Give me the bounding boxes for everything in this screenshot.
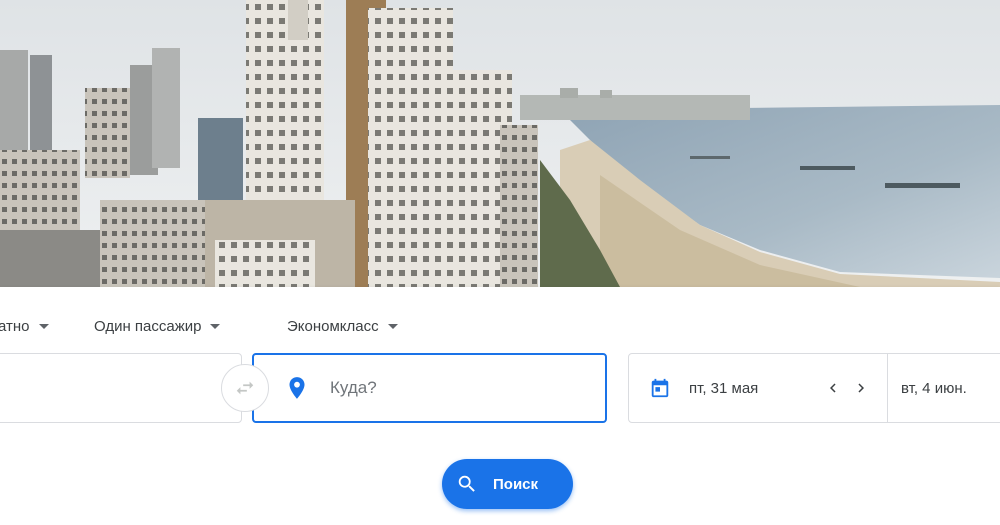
origin-field[interactable] — [0, 353, 242, 423]
search-button[interactable]: Поиск — [442, 459, 573, 509]
hero-image — [0, 0, 1000, 287]
calendar-icon — [649, 377, 671, 399]
cabin-class-dropdown[interactable]: Экономкласс — [287, 316, 398, 336]
destination-input[interactable] — [328, 377, 572, 399]
passengers-dropdown[interactable]: Один пассажир — [94, 316, 221, 336]
search-button-label: Поиск — [493, 475, 539, 493]
dates-field[interactable]: пт, 31 мая вт, 4 июн. — [628, 353, 1000, 423]
city-beach-illustration — [0, 0, 1000, 287]
cabin-class-label: Экономкласс — [287, 317, 379, 335]
search-icon — [456, 473, 478, 495]
chevron-right-icon — [858, 383, 864, 393]
chevron-down-icon — [210, 323, 221, 329]
chevron-down-icon — [38, 323, 49, 329]
chevron-left-icon — [830, 383, 836, 393]
previous-date-button[interactable] — [819, 374, 847, 402]
swap-button[interactable] — [221, 364, 269, 412]
chevron-down-icon — [387, 323, 398, 329]
return-date[interactable]: вт, 4 июн. — [901, 380, 967, 397]
departure-date[interactable]: пт, 31 мая — [689, 380, 819, 397]
passengers-label: Один пассажир — [94, 317, 202, 335]
date-divider — [887, 353, 888, 423]
swap-icon — [236, 381, 254, 395]
next-date-button[interactable] — [847, 374, 875, 402]
location-pin-icon — [287, 376, 307, 400]
trip-type-dropdown[interactable]: атно — [0, 316, 49, 336]
destination-field[interactable] — [252, 353, 607, 423]
trip-type-label: атно — [0, 317, 30, 335]
